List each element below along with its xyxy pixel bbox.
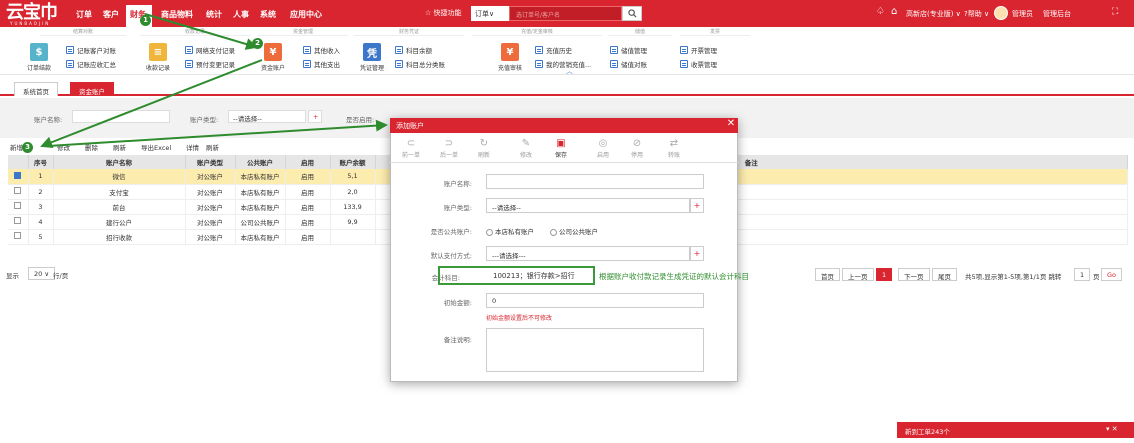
notification-controls[interactable]: ▾ ✕ [1106, 425, 1118, 433]
step-marker-2: 2 [252, 38, 263, 49]
step-marker-3: 3 [22, 142, 33, 153]
new-ticket-notification[interactable]: 新到工单243个 [897, 422, 1134, 438]
annotation-arrows [40, 13, 388, 148]
step-marker-1: 1 [140, 15, 151, 26]
